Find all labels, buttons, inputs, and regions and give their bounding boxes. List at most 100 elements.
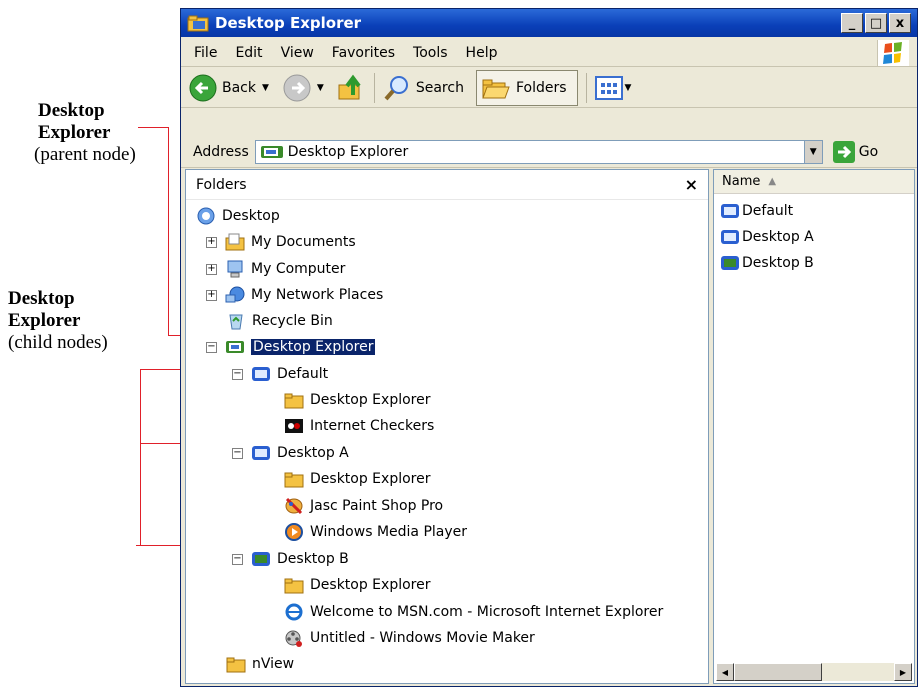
menu-file[interactable]: File [185,45,226,61]
tree-label: Desktop A [277,445,349,461]
close-button[interactable]: x [889,13,911,33]
minimize-button[interactable]: _ [841,13,863,33]
tree-label: Welcome to MSN.com - Microsoft Internet … [310,604,664,620]
tree-label: My Network Places [251,287,384,303]
scroll-right-arrow-icon[interactable]: ▶ [894,663,912,681]
folder-icon [284,578,304,594]
tree-label: Untitled - Windows Movie Maker [310,630,535,646]
desktop-icon [197,207,215,225]
folders-label: Folders [515,79,567,96]
tree-label: My Documents [251,234,356,250]
folders-pane-header: Folders × [186,170,708,200]
menu-edit[interactable]: Edit [226,45,271,61]
folder-icon [284,472,304,488]
menu-view[interactable]: View [272,45,323,61]
desktop-profile-icon [252,446,270,460]
menu-favorites[interactable]: Favorites [323,45,404,61]
forward-arrow-icon [283,74,311,101]
tree-label: My Computer [251,261,346,277]
tree-label: Recycle Bin [252,313,333,329]
annotation-line [138,127,168,128]
up-folder-button[interactable] [336,73,366,103]
collapse-minus-icon[interactable]: − [232,553,243,565]
search-icon [384,75,408,100]
back-button[interactable]: Back ▼ [189,74,269,102]
address-field[interactable]: Desktop Explorer ▼ [254,139,823,164]
tree-label: Windows Media Player [310,524,468,540]
search-label: Search [415,79,464,96]
chevron-down-icon[interactable]: ▼ [262,83,269,93]
collapse-minus-icon[interactable]: − [232,368,243,380]
address-bar: Address Desktop Explorer ▼ Go [181,136,917,168]
annotation-child-nodes: Desktop Explorer (child nodes) [8,288,148,354]
expand-plus-icon[interactable]: + [206,236,217,248]
desktop-explorer-icon [187,15,209,32]
list-item-default[interactable]: Default [714,198,914,224]
chevron-down-icon[interactable]: ▼ [317,83,324,93]
menu-help[interactable]: Help [457,45,507,61]
annotation-parent-node: Desktop Explorer (parent node) [34,100,178,165]
address-dropdown-button[interactable]: ▼ [803,140,822,163]
tree-item-windows-movie-maker[interactable]: Untitled - Windows Movie Maker [284,626,535,650]
collapse-minus-icon[interactable]: − [206,341,217,353]
tree-item-desktop-explorer-child[interactable]: Desktop Explorer [284,573,430,597]
horizontal-scrollbar[interactable]: ◀ ▶ [716,663,912,681]
name-column-header[interactable]: Name ▲ [714,170,914,194]
tree-item-recycle-bin[interactable]: Recycle Bin [226,309,333,333]
annotation-child-title: Desktop Explorer [8,288,81,331]
tree-item-desktop[interactable]: Desktop [196,204,280,228]
menu-tools[interactable]: Tools [404,45,457,61]
tree-item-internet-explorer[interactable]: Welcome to MSN.com - Microsoft Internet … [284,600,663,624]
annotation-parent-subtitle: (parent node) [34,144,136,165]
tree-item-desktop-b[interactable]: − Desktop B [232,547,349,571]
list-item-label: Desktop A [742,229,814,245]
tree-item-desktop-a[interactable]: − Desktop A [232,441,349,465]
movie-maker-icon [285,630,302,647]
folders-pane: Folders × Desktop + My Documents + My Co… [185,169,709,684]
tree-item-jasc-paint-shop-pro[interactable]: Jasc Paint Shop Pro [284,494,443,518]
go-arrow-icon [832,140,855,163]
scrollbar-track[interactable] [734,663,894,681]
tree-item-nview[interactable]: nView [226,652,294,676]
media-player-icon [285,523,303,541]
title-bar[interactable]: Desktop Explorer _ □ x [181,9,917,37]
views-icon [594,75,623,100]
toolbar-separator [585,72,587,103]
tree-item-default[interactable]: − Default [232,362,328,386]
tree-item-windows-media-player[interactable]: Windows Media Player [284,520,467,544]
expand-plus-icon[interactable]: + [206,289,217,301]
expand-plus-icon[interactable]: + [206,263,217,275]
chevron-down-icon[interactable]: ▼ [625,83,632,93]
tree-item-my-documents[interactable]: + My Documents [206,230,356,254]
tree-label: Default [277,366,329,382]
tree-item-desktop-explorer-child[interactable]: Desktop Explorer [284,388,430,412]
folders-button[interactable]: Folders [475,69,578,106]
tree-item-my-computer[interactable]: + My Computer [206,257,345,281]
scrollbar-thumb[interactable] [734,663,822,681]
tree-label: Desktop B [277,551,349,567]
tree-item-desktop-explorer-child[interactable]: Desktop Explorer [284,467,430,491]
scroll-left-arrow-icon[interactable]: ◀ [716,663,734,681]
views-button[interactable]: ▼ [594,75,632,100]
tree-label: Desktop Explorer [310,392,431,408]
go-button[interactable]: Go [832,140,879,163]
list-item-desktop-b[interactable]: Desktop B [714,250,914,276]
annotation-line [140,369,141,545]
desktop-profile-icon [721,256,739,270]
go-label: Go [858,143,879,160]
collapse-minus-icon[interactable]: − [232,447,243,459]
back-label: Back [222,79,256,96]
maximize-button[interactable]: □ [865,13,887,33]
tree-label: Desktop Explorer [310,577,431,593]
tree-item-my-network-places[interactable]: + My Network Places [206,283,383,307]
desktop-explorer-icon [260,145,283,158]
sort-ascending-icon: ▲ [768,176,777,187]
close-icon[interactable]: × [685,175,698,194]
column-label: Name [722,174,761,189]
tree-item-desktop-explorer[interactable]: − Desktop Explorer [206,335,376,359]
tree-item-internet-checkers[interactable]: Internet Checkers [284,414,434,438]
tree-label: Desktop [222,208,280,224]
list-item-desktop-a[interactable]: Desktop A [714,224,914,250]
search-button[interactable]: Search [383,74,464,102]
forward-button[interactable]: ▼ [283,74,324,102]
